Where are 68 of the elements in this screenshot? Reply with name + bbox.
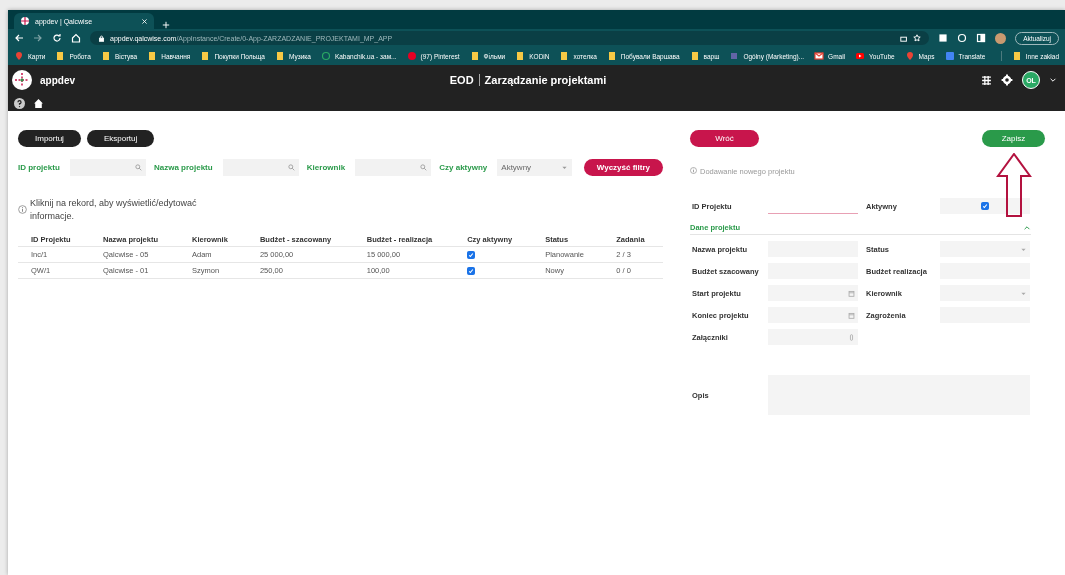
help-icon[interactable] bbox=[14, 97, 25, 109]
calendar-icon bbox=[848, 311, 855, 319]
calendar-icon bbox=[848, 289, 855, 297]
forward-arrow-icon bbox=[33, 33, 43, 43]
clear-filters-button[interactable]: Wyczyść filtry bbox=[583, 159, 663, 176]
file-field[interactable] bbox=[768, 329, 858, 345]
plus-icon bbox=[162, 21, 170, 29]
info-hint: Kliknij na rekord, aby wyświetlić/edytować informacje. bbox=[30, 197, 198, 223]
date-field[interactable] bbox=[768, 307, 858, 323]
search-icon bbox=[134, 164, 142, 171]
filter-label: Czy aktywny bbox=[439, 163, 488, 172]
search-icon bbox=[420, 164, 428, 171]
folder-icon bbox=[274, 51, 285, 61]
up-arrow-annotation bbox=[996, 153, 1032, 217]
module-name: EOD bbox=[449, 74, 474, 86]
search-icon bbox=[287, 164, 295, 171]
folder-icon bbox=[515, 51, 526, 61]
filter-search-field[interactable] bbox=[355, 159, 432, 176]
site-icon bbox=[320, 51, 331, 61]
select-field[interactable] bbox=[940, 285, 1030, 301]
reload-icon bbox=[52, 33, 62, 43]
info-icon bbox=[690, 167, 697, 174]
checkbox[interactable] bbox=[981, 202, 989, 210]
filter-label: Nazwa projektu bbox=[153, 163, 213, 172]
folder-icon bbox=[147, 51, 158, 61]
folder-icon bbox=[200, 51, 211, 61]
filter-label: Kierownik bbox=[306, 163, 346, 172]
folder-icon bbox=[100, 51, 111, 61]
folder-icon bbox=[55, 51, 66, 61]
checkbox[interactable] bbox=[467, 251, 476, 259]
back-arrow-icon bbox=[14, 33, 24, 43]
chevron-up-icon bbox=[1023, 223, 1031, 232]
sidebar-icon bbox=[976, 33, 987, 43]
select-field[interactable] bbox=[940, 241, 1030, 257]
map-pin-icon bbox=[14, 51, 24, 61]
info-icon bbox=[18, 205, 27, 214]
import-button[interactable]: Importuj bbox=[18, 130, 81, 147]
chevron-down-icon bbox=[1049, 76, 1057, 84]
page-title: Zarządzanie projektami bbox=[484, 74, 607, 86]
profile-avatar[interactable] bbox=[995, 32, 1007, 44]
folder-icon bbox=[689, 51, 700, 61]
close-icon bbox=[141, 17, 148, 25]
mail-icon bbox=[814, 51, 825, 61]
globe-icon bbox=[20, 16, 30, 26]
export-button[interactable]: Eksportuj bbox=[86, 130, 155, 147]
folder-icon bbox=[559, 51, 570, 61]
logo-icon bbox=[12, 70, 32, 90]
star-icon bbox=[913, 34, 922, 42]
filter-search-field[interactable] bbox=[222, 159, 299, 176]
save-button[interactable]: Zapisz bbox=[982, 130, 1045, 147]
date-field[interactable] bbox=[768, 285, 858, 301]
checkbox[interactable] bbox=[467, 267, 476, 275]
grid-icon bbox=[981, 74, 992, 86]
home-icon bbox=[71, 33, 81, 43]
folder-icon bbox=[1011, 51, 1022, 61]
filter-select[interactable]: Aktywny bbox=[497, 159, 572, 176]
back-button[interactable]: Wróć bbox=[690, 130, 759, 147]
home-icon bbox=[33, 97, 44, 109]
brand-name: appdev bbox=[40, 74, 75, 86]
paperclip-icon bbox=[848, 333, 855, 341]
filter-search-field[interactable] bbox=[69, 159, 146, 176]
filter-label: ID projektu bbox=[18, 163, 60, 172]
dropdown-icon bbox=[560, 164, 568, 171]
map-pin-icon bbox=[904, 51, 915, 61]
play-icon bbox=[855, 51, 866, 61]
lock-icon bbox=[98, 34, 105, 42]
folder-icon bbox=[469, 51, 480, 61]
folder-icon bbox=[606, 51, 617, 61]
